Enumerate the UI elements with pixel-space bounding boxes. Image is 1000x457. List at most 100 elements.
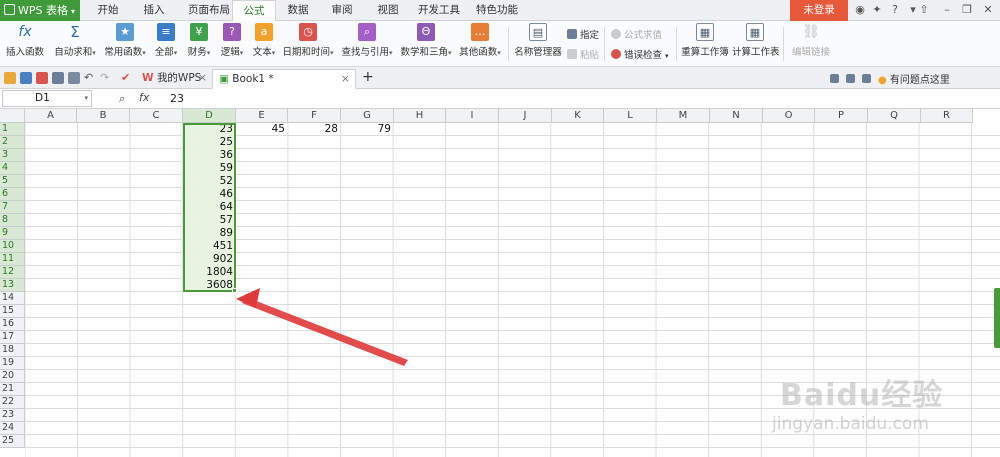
cell-g1[interactable]: 79 [341, 123, 394, 136]
column-header-j[interactable]: J [499, 109, 552, 123]
edit-links-button[interactable]: ⛓ 编辑链接 [789, 23, 833, 65]
row-header-21[interactable]: 21 [0, 383, 25, 396]
common-functions-button[interactable]: ★ 常用函数▾ [102, 23, 148, 65]
column-header-l[interactable]: L [604, 109, 657, 123]
row-header-13[interactable]: 13 [0, 279, 25, 292]
name-box[interactable]: D1 ▾ [2, 90, 92, 107]
sheet-nav-icon[interactable] [846, 74, 855, 83]
shirt-icon[interactable]: ✦ [870, 3, 884, 17]
name-manager-button[interactable]: ▤ 名称管理器 [513, 23, 563, 65]
tab-home[interactable]: 开始 [86, 0, 130, 21]
pin-icon[interactable]: ✔ [121, 72, 133, 84]
cell-f1[interactable]: 28 [288, 123, 341, 136]
row-header-22[interactable]: 22 [0, 396, 25, 409]
tab-data[interactable]: 数据 [276, 0, 320, 21]
row-header-6[interactable]: 6 [0, 188, 25, 201]
row-header-15[interactable]: 15 [0, 305, 25, 318]
other-functions-button[interactable]: … 其他函数▾ [457, 23, 503, 65]
autosum-button[interactable]: Σ 自动求和▾ [52, 23, 98, 65]
tab-developer[interactable]: 开发工具 [412, 0, 466, 21]
tab-formulas[interactable]: 公式 [232, 0, 276, 22]
print-preview-icon[interactable] [68, 72, 80, 84]
help-icon[interactable]: ? [888, 3, 902, 17]
tab-view[interactable]: 视图 [366, 0, 410, 21]
text-button[interactable]: a 文本▾ [249, 23, 279, 65]
column-header-k[interactable]: K [552, 109, 604, 123]
row-header-18[interactable]: 18 [0, 344, 25, 357]
tab-special[interactable]: 特色功能 [468, 0, 526, 21]
logic-button[interactable]: ? 逻辑▾ [217, 23, 247, 65]
tab-book1[interactable]: ▣ Book1 * × [212, 69, 356, 89]
column-header-p[interactable]: P [815, 109, 868, 123]
insert-function-button[interactable]: fx 插入函数 [4, 23, 46, 65]
all-functions-button[interactable]: ≡ 全部▾ [152, 23, 180, 65]
row-header-17[interactable]: 17 [0, 331, 25, 344]
sheet-nav-icon[interactable] [830, 74, 839, 83]
paste-button[interactable]: 粘贴 [567, 47, 599, 61]
side-scroll-tab[interactable] [994, 288, 1000, 348]
column-header-g[interactable]: G [341, 109, 394, 123]
row-header-20[interactable]: 20 [0, 370, 25, 383]
error-check-button[interactable]: 错误检查 ▾ [611, 47, 669, 61]
help-link[interactable]: ● 有问题点这里 [878, 71, 950, 86]
calc-sheet-button[interactable]: ▦ 计算工作表 [732, 23, 780, 65]
column-header-o[interactable]: O [763, 109, 815, 123]
row-header-2[interactable]: 2 [0, 136, 25, 149]
sheet-nav-icon[interactable] [862, 74, 871, 83]
login-button[interactable]: 未登录 [790, 0, 848, 21]
row-header-5[interactable]: 5 [0, 175, 25, 188]
column-header-i[interactable]: I [446, 109, 499, 123]
save-icon[interactable] [20, 72, 32, 84]
column-header-q[interactable]: Q [868, 109, 921, 123]
tab-review[interactable]: 审阅 [320, 0, 364, 21]
tab-my-wps[interactable]: W 我的WPS × [136, 69, 212, 89]
column-header-b[interactable]: B [77, 109, 130, 123]
column-header-d[interactable]: D [183, 109, 236, 123]
cell-e1[interactable]: 45 [236, 123, 288, 136]
lookup-button[interactable]: ⌕ 查找与引用▾ [339, 23, 395, 65]
row-header-9[interactable]: 9 [0, 227, 25, 240]
row-header-3[interactable]: 3 [0, 149, 25, 162]
row-header-8[interactable]: 8 [0, 214, 25, 227]
math-button[interactable]: Θ 数学和三角▾ [398, 23, 454, 65]
row-header-23[interactable]: 23 [0, 409, 25, 422]
upload-icon[interactable]: ⇧ [917, 3, 931, 17]
formula-input[interactable]: 23 [164, 90, 998, 107]
row-header-24[interactable]: 24 [0, 422, 25, 435]
redo-icon[interactable]: ↷ [100, 72, 112, 84]
column-header-c[interactable]: C [130, 109, 183, 123]
app-menu-button[interactable]: WPS 表格 ▾ [0, 0, 80, 21]
chevron-down-icon[interactable]: ▾ [84, 91, 88, 106]
row-header-14[interactable]: 14 [0, 292, 25, 305]
column-header-a[interactable]: A [25, 109, 77, 123]
column-header-n[interactable]: N [710, 109, 763, 123]
column-header-f[interactable]: F [288, 109, 341, 123]
tab-page-layout[interactable]: 页面布局 [180, 0, 238, 21]
row-header-11[interactable]: 11 [0, 253, 25, 266]
finance-button[interactable]: ¥ 财务▾ [184, 23, 214, 65]
undo-icon[interactable]: ↶ [84, 72, 96, 84]
row-header-4[interactable]: 4 [0, 162, 25, 175]
tab-insert[interactable]: 插入 [132, 0, 176, 21]
fill-handle[interactable] [232, 288, 237, 293]
zoom-search-icon[interactable]: ⌕ [119, 92, 125, 106]
column-header-m[interactable]: M [657, 109, 710, 123]
open-folder-icon[interactable] [4, 72, 16, 84]
row-header-25[interactable]: 25 [0, 435, 25, 448]
row-header-1[interactable]: 1 [0, 123, 25, 136]
column-header-r[interactable]: R [921, 109, 973, 123]
skin-icon[interactable]: ◉ [853, 3, 867, 17]
fx-button[interactable]: fx [139, 91, 149, 104]
select-all-corner[interactable] [0, 109, 25, 123]
recalc-workbook-button[interactable]: ▦ 重算工作簿 [680, 23, 730, 65]
close-tab-icon[interactable]: × [198, 69, 207, 87]
column-header-e[interactable]: E [236, 109, 288, 123]
row-header-16[interactable]: 16 [0, 318, 25, 331]
row-header-12[interactable]: 12 [0, 266, 25, 279]
column-header-h[interactable]: H [394, 109, 446, 123]
datetime-button[interactable]: ◷ 日期和时间▾ [282, 23, 334, 65]
row-header-19[interactable]: 19 [0, 357, 25, 370]
specify-button[interactable]: 指定 [567, 27, 599, 41]
print-icon[interactable] [52, 72, 64, 84]
export-pdf-icon[interactable] [36, 72, 48, 84]
